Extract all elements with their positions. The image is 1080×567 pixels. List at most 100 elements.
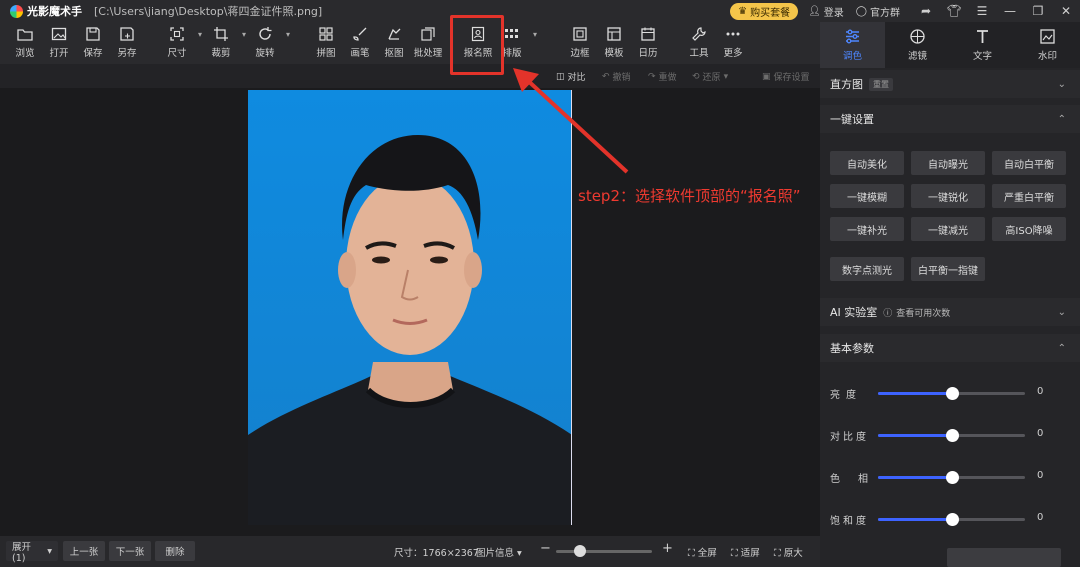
contrast-slider[interactable]	[878, 429, 1025, 442]
border-icon	[573, 27, 587, 41]
tab-watermark[interactable]: 水印	[1015, 22, 1080, 68]
login-button[interactable]: 👤︎ 登录	[808, 4, 844, 19]
delete-button[interactable]: 删除	[155, 541, 195, 561]
prev-label: 上一张	[69, 547, 99, 558]
strict-white-balance-button[interactable]: 严重白平衡	[992, 184, 1066, 208]
slider-knob[interactable]	[945, 513, 959, 526]
slider-knob[interactable]	[945, 429, 959, 442]
menu-icon[interactable]: ☰	[968, 4, 996, 18]
slider-fill	[878, 476, 952, 479]
crown-icon: ♛	[738, 5, 748, 17]
histogram-section-header[interactable]: 直方图 重置 ⌄	[820, 70, 1080, 98]
one-key-section-header[interactable]: 一键设置 ⌃	[820, 105, 1080, 133]
tool-crop[interactable]: 裁剪 ▾	[204, 26, 246, 59]
chevron-down-icon[interactable]: ▾	[242, 30, 246, 39]
template-icon	[607, 27, 621, 41]
ai-lab-title: AI 实验室	[830, 306, 878, 319]
login-label: 登录	[823, 7, 844, 19]
slider-knob[interactable]	[945, 387, 959, 400]
tool-label: 打开	[49, 48, 69, 59]
ai-lab-hint[interactable]: ⓘ 查看可用次数	[883, 306, 950, 319]
prev-button[interactable]: 上一张	[63, 541, 105, 561]
tool-save[interactable]: 保存	[76, 26, 110, 59]
slider-label: 亮度	[830, 390, 862, 401]
tool-save-as[interactable]: 另存	[110, 26, 144, 59]
logo-icon	[10, 4, 23, 18]
app-logo: 光影魔术手	[10, 3, 82, 19]
histogram-reset-tag[interactable]: 重置	[869, 77, 893, 91]
restore-icon[interactable]: ❐	[1024, 4, 1052, 18]
chevron-down-icon[interactable]: ▾	[533, 30, 537, 39]
tool-brush[interactable]: 画笔	[343, 26, 377, 59]
one-key-title: 一键设置	[830, 113, 874, 126]
edit-subbar: ◫ 对比 ↶ 撤销 ↷ 重做 ⟲ 还原 ▾ ▣ 保存设置	[0, 64, 820, 88]
original-size-button[interactable]: ⛶ 原大	[774, 545, 803, 559]
fit-screen-icon: ⛶	[731, 548, 738, 559]
save-settings-icon: ▣	[762, 71, 771, 82]
skin-icon[interactable]: 👕︎	[940, 4, 968, 18]
tool-cutout[interactable]: 抠图	[377, 26, 411, 59]
chevron-down-icon[interactable]: ▾	[198, 30, 202, 39]
tool-collage[interactable]: 拼图	[309, 26, 343, 59]
zoom-out-icon[interactable]: −	[540, 541, 551, 556]
zoom-in-icon[interactable]: +	[662, 541, 673, 556]
tab-label: 滤镜	[907, 51, 927, 62]
close-icon[interactable]: ✕	[1052, 4, 1080, 18]
tool-template[interactable]: 模板	[597, 26, 631, 59]
tool-open[interactable]: 打开	[42, 26, 76, 59]
reset-params-button[interactable]	[947, 548, 1061, 567]
chevron-down-icon[interactable]: ▾	[286, 30, 290, 39]
high-iso-denoise-button[interactable]: 高ISO降噪	[992, 217, 1066, 241]
slider-knob[interactable]	[945, 471, 959, 484]
official-group-button[interactable]: ◯ 官方群	[856, 4, 900, 19]
cutout-icon	[388, 28, 401, 40]
one-key-blur-button[interactable]: 一键模糊	[830, 184, 904, 208]
brightness-slider-row: 亮度 0	[820, 383, 1080, 403]
basic-params-section-header[interactable]: 基本参数 ⌃	[820, 334, 1080, 362]
one-key-reduce-light-button[interactable]: 一键减光	[911, 217, 985, 241]
restore-icon: ⟲	[692, 71, 700, 82]
tool-border[interactable]: 边框	[563, 26, 597, 59]
tab-filter[interactable]: 滤镜	[885, 22, 950, 68]
hue-slider[interactable]	[878, 471, 1025, 484]
fullscreen-button[interactable]: ⛶ 全屏	[688, 545, 717, 559]
tool-resize[interactable]: 尺寸 ▾	[160, 26, 202, 59]
one-key-sharpen-button[interactable]: 一键锐化	[911, 184, 985, 208]
brightness-slider[interactable]	[878, 387, 1025, 400]
next-button[interactable]: 下一张	[109, 541, 151, 561]
redo-button[interactable]: ↷ 重做	[648, 70, 677, 84]
user-icon: 👤︎	[808, 5, 821, 17]
image-open-icon	[51, 27, 67, 41]
fit-screen-button[interactable]: ⛶ 适屏	[731, 545, 760, 559]
slider-fill	[878, 392, 952, 395]
tool-rotate[interactable]: 旋转 ▾	[248, 26, 290, 59]
expand-button[interactable]: 展开(1) ▾	[6, 541, 58, 564]
zoom-slider[interactable]	[556, 545, 652, 557]
auto-beautify-button[interactable]: 自动美化	[830, 151, 904, 175]
buy-package-button[interactable]: ♛ 购买套餐	[730, 2, 799, 20]
auto-white-balance-button[interactable]: 自动白平衡	[992, 151, 1066, 175]
tab-text[interactable]: 文字	[950, 22, 1015, 68]
image-info-button[interactable]: 图片信息 ▾	[476, 545, 522, 559]
restore-button[interactable]: ⟲ 还原 ▾	[692, 70, 728, 84]
calendar-icon	[641, 27, 655, 41]
auto-exposure-button[interactable]: 自动曝光	[911, 151, 985, 175]
ai-lab-section-header[interactable]: AI 实验室 ⓘ 查看可用次数 ⌄	[820, 298, 1080, 326]
zoom-slider-knob[interactable]	[574, 545, 586, 557]
save-settings-button[interactable]: ▣ 保存设置	[762, 70, 810, 84]
share-icon[interactable]: ➦	[912, 4, 940, 18]
one-key-fill-light-button[interactable]: 一键补光	[830, 217, 904, 241]
minimize-icon[interactable]: —	[996, 4, 1024, 18]
saturation-slider[interactable]	[878, 513, 1025, 526]
main-toolbar: 浏览 打开 保存 另存 尺寸 ▾ 裁剪 ▾ 旋转 ▾ 拼图 画笔 抠图 批处理 …	[0, 22, 820, 64]
tool-more[interactable]: 更多	[716, 26, 750, 59]
tool-batch[interactable]: 批处理	[411, 26, 445, 59]
tool-calendar[interactable]: 日历	[631, 26, 665, 59]
next-label: 下一张	[115, 547, 145, 558]
tool-wrench[interactable]: 工具	[682, 26, 716, 59]
tool-browse[interactable]: 浏览	[8, 26, 42, 59]
tab-color-adjust[interactable]: 调色	[820, 22, 885, 68]
tool-label: 画笔	[350, 48, 370, 59]
spot-metering-button[interactable]: 数字点测光	[830, 257, 904, 281]
white-balance-picker-button[interactable]: 白平衡一指键	[911, 257, 985, 281]
